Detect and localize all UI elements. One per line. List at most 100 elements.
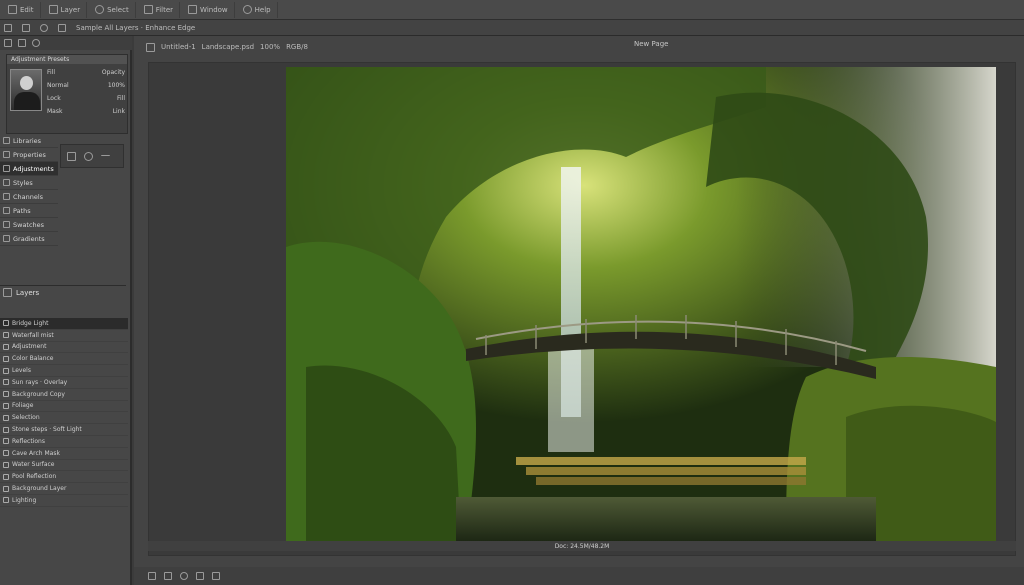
mask-icon[interactable] [67, 151, 76, 161]
presets-panel: Adjustment Presets Fill Opacity Normal 1… [6, 54, 128, 134]
layer-row[interactable]: Water Surface [0, 460, 128, 472]
preset-row[interactable]: Fill Opacity [47, 69, 125, 77]
layer-name: Stone steps · Soft Light [12, 426, 82, 434]
panel-settings-icon[interactable] [32, 39, 40, 47]
ruler-icon[interactable] [212, 572, 220, 580]
link-icon[interactable] [84, 151, 93, 161]
layer-row[interactable]: Sun rays · Overlay [0, 377, 128, 389]
page-title: New Page [634, 40, 669, 48]
layers-panel-title[interactable]: Layers [0, 285, 126, 299]
preset-row[interactable]: Mask Link [47, 108, 125, 116]
panel-pin-icon[interactable] [18, 39, 26, 47]
eye-icon[interactable] [3, 367, 9, 374]
menu-help[interactable]: Help [237, 1, 278, 18]
layer-row[interactable]: Adjustment [0, 342, 128, 354]
layer-row[interactable]: Stone steps · Soft Light [0, 424, 128, 436]
sidebar-item-gradients[interactable]: Gradients [0, 232, 58, 246]
panel-menu-icon[interactable] [4, 39, 12, 47]
sidebar-item-paths[interactable]: Paths [0, 204, 58, 218]
layer-row[interactable]: Foliage [0, 401, 128, 413]
sidebar-item-adjustments[interactable]: Adjustments [0, 162, 58, 176]
eye-icon[interactable] [3, 461, 9, 468]
sidebar-item-styles[interactable]: Styles [0, 176, 58, 190]
help-icon [242, 5, 252, 14]
library-icon [3, 137, 10, 144]
avatar[interactable] [10, 69, 42, 111]
move-tool-icon[interactable] [4, 23, 12, 32]
minus-icon[interactable] [101, 154, 110, 158]
document-status: Doc: 24.5M/48.2M [554, 542, 610, 550]
layers-panel-icon [3, 288, 12, 297]
sidebar-item-properties[interactable]: Properties [0, 148, 58, 162]
layer-row[interactable]: Levels [0, 365, 128, 377]
menu-edit[interactable]: Edit [2, 1, 41, 18]
eraser-tool-icon[interactable] [40, 23, 48, 32]
menu-select[interactable]: Select [89, 1, 136, 18]
sidebar-item-swatches[interactable]: Swatches [0, 218, 58, 232]
tab-zoom: 100% [260, 43, 281, 51]
eye-icon[interactable] [3, 450, 9, 457]
layer-row[interactable]: Bridge Light [0, 318, 128, 330]
filter-icon [143, 5, 153, 14]
layer-row[interactable]: Cave Arch Mask [0, 448, 128, 460]
preset-row-label: Fill [47, 69, 56, 76]
layer-row[interactable]: Selection [0, 412, 128, 425]
eye-icon[interactable] [3, 391, 9, 398]
sidebar-item-label: Adjustments [13, 164, 54, 173]
brush-tool-icon[interactable] [22, 23, 30, 32]
preset-row[interactable]: Normal 100% [47, 82, 125, 90]
selection-icon [95, 5, 105, 14]
sidebar-item-channels[interactable]: Channels [0, 190, 58, 204]
document-area: Untitled-1 Landscape.psd 100% RGB/8 New … [134, 36, 1024, 585]
sidebar-item-label: Gradients [13, 234, 45, 243]
grid-icon[interactable] [196, 572, 204, 580]
eye-icon[interactable] [3, 343, 9, 350]
menu-help-label: Help [254, 5, 271, 14]
eye-icon[interactable] [3, 379, 9, 386]
menu-window[interactable]: Window [182, 1, 235, 18]
menu-layer[interactable]: Layer [43, 1, 88, 18]
layer-name: Selection [12, 414, 40, 422]
sidebar-item-label: Properties [13, 150, 46, 159]
preset-row-value: 100% [107, 82, 125, 89]
hand-icon[interactable] [164, 572, 172, 580]
eye-icon[interactable] [3, 438, 9, 445]
zoom-icon[interactable] [148, 572, 156, 580]
preset-row[interactable]: Lock Fill [47, 95, 125, 103]
eye-icon[interactable] [3, 332, 9, 339]
presets-header: Adjustment Presets [7, 55, 127, 64]
layer-row[interactable]: Waterfall mist [0, 330, 128, 342]
mini-toolbar [60, 144, 124, 168]
crop-tool-icon[interactable] [58, 23, 66, 32]
preset-row-label: Mask [47, 108, 63, 115]
layer-row[interactable]: Background Copy [0, 389, 128, 401]
layer-row[interactable]: Lighting [0, 495, 128, 507]
eye-icon[interactable] [3, 473, 9, 480]
preset-row-value: Link [112, 108, 125, 115]
layer-name: Reflections [12, 437, 45, 445]
layer-row[interactable]: Reflections [0, 436, 128, 448]
tab-landscape[interactable]: Landscape.psd [202, 43, 254, 51]
eye-icon[interactable] [3, 402, 9, 409]
left-panel: Adjustment Presets Fill Opacity Normal 1… [0, 36, 132, 585]
home-icon[interactable] [146, 42, 155, 52]
canvas-image[interactable] [286, 67, 996, 541]
document-tabs: Untitled-1 Landscape.psd 100% RGB/8 [134, 40, 1024, 54]
menu-filter[interactable]: Filter [138, 1, 181, 18]
layer-name: Lighting [12, 496, 37, 504]
layer-row[interactable]: Color Balance [0, 353, 128, 366]
eye-icon[interactable] [3, 320, 9, 327]
menu-bar: Edit Layer Select Filter Window Help [0, 0, 1024, 20]
rotate-icon[interactable] [180, 572, 188, 580]
eye-icon[interactable] [3, 355, 9, 362]
eye-icon[interactable] [3, 426, 9, 433]
eye-icon[interactable] [3, 414, 9, 421]
sidebar-item-libraries[interactable]: Libraries [0, 134, 58, 148]
eye-icon[interactable] [3, 497, 9, 504]
layer-row[interactable]: Pool Reflection [0, 471, 128, 484]
eye-icon[interactable] [3, 485, 9, 492]
layer-name: Sun rays · Overlay [12, 378, 68, 386]
layer-list: Bridge Light Waterfall mist Adjustment C… [0, 318, 128, 507]
layer-row[interactable]: Background Layer [0, 483, 128, 495]
tab-untitled[interactable]: Untitled-1 [161, 43, 196, 51]
